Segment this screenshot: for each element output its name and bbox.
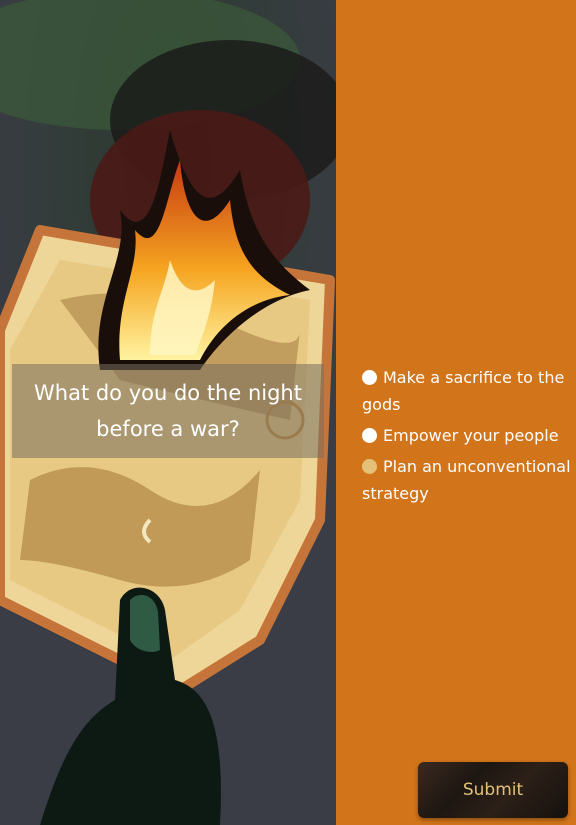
option-label: Plan an unconventional strategy (362, 457, 571, 503)
option-sacrifice[interactable]: Make a sacrifice to the gods (362, 364, 572, 418)
option-empower[interactable]: Empower your people (362, 422, 572, 449)
option-label: Make a sacrifice to the gods (362, 368, 565, 414)
radio-button[interactable] (362, 370, 377, 385)
question-text: What do you do the night before a war? (12, 364, 324, 458)
option-strategy[interactable]: Plan an unconventional strategy (362, 453, 572, 507)
submit-button[interactable]: Submit (418, 762, 568, 818)
option-label: Empower your people (383, 426, 559, 445)
radio-button[interactable] (362, 428, 377, 443)
answer-options: Make a sacrifice to the gods Empower you… (362, 364, 572, 511)
radio-button-selected[interactable] (362, 459, 377, 474)
